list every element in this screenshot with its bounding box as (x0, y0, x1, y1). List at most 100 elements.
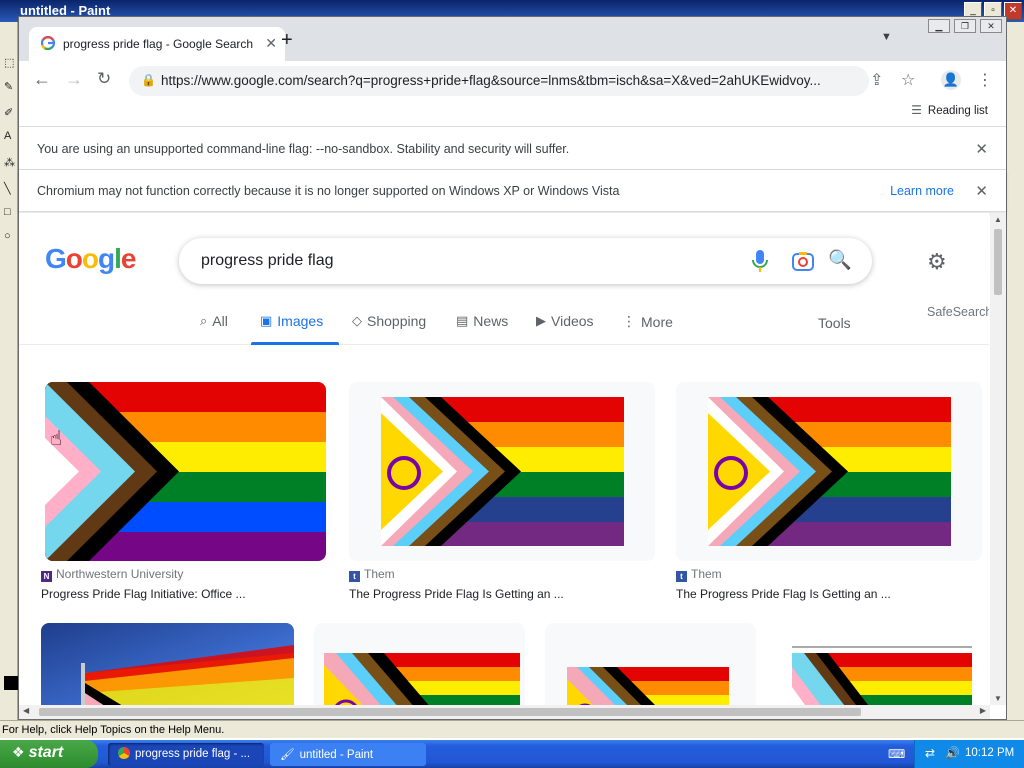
google-favicon-icon (41, 36, 55, 50)
windows-logo-icon: ❖ (12, 744, 25, 760)
result-image-3[interactable] (676, 382, 982, 561)
more-dots-icon: ⋮ (622, 313, 636, 329)
scroll-up-arrow-icon[interactable]: ▲ (994, 215, 1002, 224)
taskbar-item-chrome[interactable]: progress pride flag - ... (108, 743, 264, 766)
microphone-icon[interactable] (750, 249, 770, 273)
flag-dimensions-image (792, 646, 972, 705)
progress-pride-flag-image (45, 382, 326, 561)
result-image-5[interactable] (314, 623, 525, 705)
result-image-2[interactable] (349, 382, 655, 561)
tab-strip: progress pride flag - Google Search ✕ + … (19, 17, 1006, 61)
keyboard-icon[interactable]: ⌨ (888, 747, 905, 761)
tab-news-label: News (473, 313, 509, 329)
result-image-7[interactable] (776, 623, 984, 705)
tab-news[interactable]: ▤ News (456, 313, 508, 329)
google-logo[interactable]: Google (45, 243, 136, 275)
bookmark-star-icon[interactable]: ☆ (901, 70, 915, 90)
minimize-button[interactable]: ▁ (928, 19, 950, 33)
lock-icon[interactable]: 🔒 (141, 73, 156, 87)
search-nav-tabs: ⌕ All ▣ Images ◇ Shopping ▤ News ▶ Videos ⋮ Mo… (19, 305, 989, 345)
result-source-1[interactable]: N Northwestern University (41, 567, 183, 582)
start-label: start (28, 744, 64, 761)
forward-arrow-icon[interactable]: → (65, 69, 83, 90)
tab-videos[interactable]: ▶ Videos (536, 313, 594, 329)
address-bar[interactable]: 🔒 https://www.google.com/search?q=progre… (129, 66, 869, 96)
chrome-window: progress pride flag - Google Search ✕ + … (18, 16, 1007, 720)
them-icon: t (349, 571, 360, 582)
select-tool-icon[interactable]: ⬚ (4, 56, 16, 70)
vertical-scrollbar[interactable]: ▲ ▼ (990, 213, 1006, 705)
infobar-close-icon[interactable]: ✕ (975, 182, 988, 200)
back-arrow-icon[interactable]: ← (33, 69, 51, 90)
ellipse-tool-icon[interactable]: ○ (4, 230, 16, 244)
brush-tool-icon[interactable]: A (4, 130, 16, 144)
waving-flag-image (81, 645, 294, 705)
horizontal-scroll-thumb[interactable] (39, 708, 861, 716)
result-image-6[interactable] (545, 623, 756, 705)
scroll-down-arrow-icon[interactable]: ▼ (994, 694, 1002, 703)
close-window-button[interactable]: ✕ (980, 19, 1002, 33)
vertical-scroll-thumb[interactable] (994, 229, 1002, 295)
result-source-2[interactable]: t Them (349, 567, 395, 582)
google-apps-icon[interactable]: ⋮ (980, 249, 989, 274)
reload-icon[interactable]: ↻ (97, 69, 111, 89)
tab-google-search[interactable]: progress pride flag - Google Search ✕ (29, 27, 285, 61)
result-caption-1[interactable]: Progress Pride Flag Initiative: Office .… (41, 587, 246, 601)
line-tool-icon[interactable]: ╲ (4, 182, 16, 196)
safesearch-button[interactable]: SafeSearch (927, 305, 989, 319)
intersex-progress-flag-image (708, 397, 951, 546)
pencil-tool-icon[interactable]: ✐ (4, 106, 16, 120)
tab-close-icon[interactable]: ✕ (265, 35, 277, 52)
result-image-4[interactable] (41, 623, 294, 705)
infobar-sandbox-text: You are using an unsupported command-lin… (37, 142, 570, 156)
search-icon[interactable]: 🔍 (828, 248, 852, 272)
horizontal-scrollbar[interactable]: ◀ ▶ (19, 705, 990, 719)
paint-toolbox: ⬚ ✎ ✐ A ⁂ ╲ □ ○ (0, 22, 18, 722)
tab-all[interactable]: ⌕ All (200, 313, 228, 329)
clock[interactable]: 10:12 PM (965, 747, 1014, 759)
tab-videos-label: Videos (551, 313, 594, 329)
intersex-progress-flag-image (381, 397, 624, 546)
scroll-left-arrow-icon[interactable]: ◀ (23, 706, 29, 715)
taskbar-item-paint[interactable]: 🖌 untitled - Paint (270, 743, 426, 766)
profile-avatar-icon[interactable]: 👤 (941, 70, 961, 90)
new-tab-icon[interactable]: + (281, 29, 301, 52)
result-caption-3[interactable]: The Progress Pride Flag Is Getting an ..… (676, 587, 891, 601)
rect-tool-icon[interactable]: □ (4, 206, 16, 220)
start-button[interactable]: ❖ start (0, 740, 98, 768)
learn-more-link[interactable]: Learn more (890, 184, 954, 198)
reading-list-label: Reading list (927, 105, 988, 117)
restore-button[interactable]: ❐ (954, 19, 976, 33)
tag-icon: ◇ (352, 313, 362, 328)
paint-right-edge (1007, 22, 1024, 722)
color-swatch[interactable] (4, 676, 18, 690)
result-image-1[interactable] (45, 382, 326, 561)
browser-toolbar: ← → ↻ 🔒 https://www.google.com/search?q=… (19, 61, 1006, 99)
tab-search-chevron-icon[interactable]: ▼ (881, 31, 892, 43)
airbrush-tool-icon[interactable]: ⁂ (4, 156, 16, 170)
tab-images[interactable]: ▣ Images (260, 313, 323, 329)
intersex-progress-flag-image (567, 667, 729, 705)
eraser-tool-icon[interactable]: ✎ (4, 80, 16, 94)
result-source-2-label: Them (364, 567, 395, 581)
chrome-menu-icon[interactable]: ⋮ (977, 70, 993, 90)
volume-icon[interactable]: 🔊 (945, 746, 960, 760)
share-icon[interactable]: ⇪ (870, 70, 883, 90)
scroll-right-arrow-icon[interactable]: ▶ (980, 706, 986, 715)
tab-more[interactable]: ⋮ More (622, 313, 673, 330)
result-source-3[interactable]: t Them (676, 567, 722, 582)
lens-camera-icon[interactable] (792, 251, 814, 271)
infobar-close-icon[interactable]: ✕ (975, 140, 988, 158)
reading-list-button[interactable]: ☰ Reading list (911, 103, 988, 117)
tab-shopping[interactable]: ◇ Shopping (352, 313, 426, 329)
tools-button[interactable]: Tools (818, 315, 851, 331)
intersex-progress-flag-image (324, 653, 520, 705)
search-input[interactable]: progress pride flag 🔍 (179, 238, 872, 284)
infobar-unsupported-os: Chromium may not function correctly beca… (19, 170, 1006, 212)
images-icon: ▣ (260, 313, 273, 328)
settings-gear-icon[interactable]: ⚙ (927, 249, 947, 275)
taskbar: ❖ start progress pride flag - ... 🖌 untitl… (0, 740, 1024, 768)
network-icon[interactable]: ⇄ (925, 746, 935, 760)
taskbar-item-paint-label: untitled - Paint (299, 749, 374, 761)
result-caption-2[interactable]: The Progress Pride Flag Is Getting an ..… (349, 587, 564, 601)
